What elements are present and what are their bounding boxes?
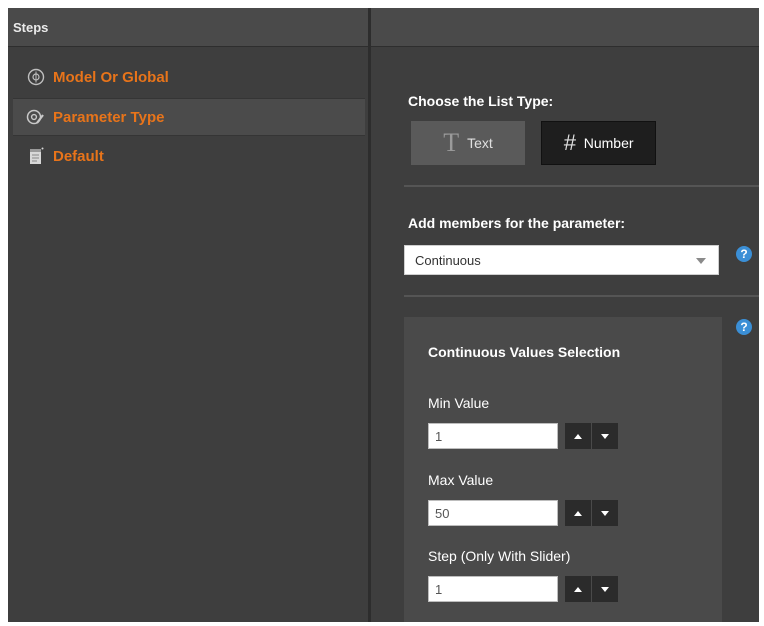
config-panel: Choose the List Type: T Text # Number Ad… — [371, 8, 759, 622]
steps-title: Steps — [13, 20, 49, 35]
step-default[interactable]: Default — [13, 137, 365, 175]
text-t-icon: T — [443, 128, 460, 157]
step-decrement-button[interactable] — [592, 576, 618, 602]
step-value-input[interactable]: 1 — [428, 576, 558, 602]
config-header — [371, 8, 759, 47]
steps-header: Steps — [8, 8, 368, 47]
min-increment-button[interactable] — [565, 423, 591, 449]
step-label: Default — [53, 147, 104, 165]
text-type-label: Text — [467, 135, 493, 151]
step-increment-button[interactable] — [565, 576, 591, 602]
step-parameter-type[interactable]: Parameter Type — [13, 98, 365, 136]
min-value-input[interactable]: 1 — [428, 423, 558, 449]
max-increment-button[interactable] — [565, 500, 591, 526]
help-icon[interactable]: ? — [736, 246, 752, 262]
section-divider — [404, 185, 759, 187]
members-label: Add members for the parameter: — [408, 215, 626, 231]
step-value-label: Step (Only With Slider) — [428, 548, 571, 564]
parameter-wizard: Steps Model Or Global Parameter Type Def… — [8, 8, 759, 622]
parameter-at-icon — [26, 107, 46, 127]
section-divider — [404, 295, 759, 297]
chevron-down-icon — [696, 258, 706, 264]
number-type-button[interactable]: # Number — [541, 121, 656, 165]
step-label: Model Or Global — [53, 68, 169, 86]
members-dropdown[interactable]: Continuous — [404, 245, 719, 275]
continuous-title: Continuous Values Selection — [428, 344, 621, 360]
hash-icon: # — [563, 130, 576, 155]
min-value-label: Min Value — [428, 395, 490, 411]
document-icon — [26, 146, 46, 166]
max-decrement-button[interactable] — [592, 500, 618, 526]
text-type-button[interactable]: T Text — [411, 121, 525, 165]
step-label: Parameter Type — [53, 108, 165, 126]
model-globe-icon — [26, 67, 46, 87]
help-icon[interactable]: ? — [736, 319, 752, 335]
list-type-label: Choose the List Type: — [408, 93, 554, 109]
max-value-input[interactable]: 50 — [428, 500, 558, 526]
step-model-or-global[interactable]: Model Or Global — [13, 58, 365, 96]
members-dropdown-value: Continuous — [415, 252, 481, 268]
steps-panel: Steps Model Or Global Parameter Type Def… — [8, 8, 368, 622]
continuous-values-box: Continuous Values Selection Min Value 1 … — [404, 317, 722, 622]
min-decrement-button[interactable] — [592, 423, 618, 449]
number-type-label: Number — [583, 135, 634, 151]
max-value-label: Max Value — [428, 472, 494, 488]
